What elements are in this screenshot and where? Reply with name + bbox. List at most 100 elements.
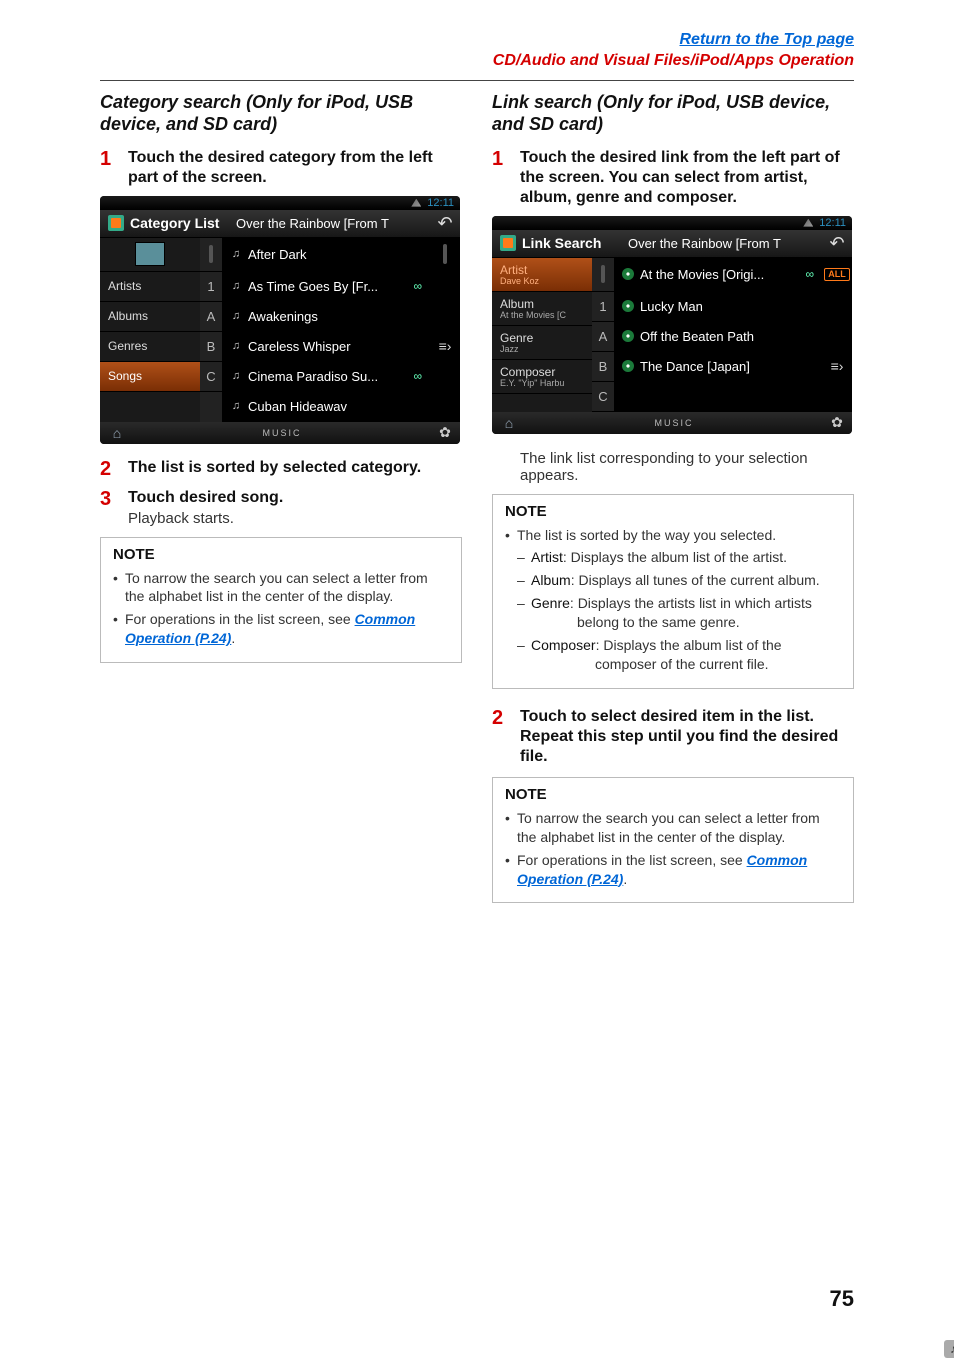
category-songs[interactable]: Songs bbox=[100, 362, 200, 392]
step-body-text: Playback starts. bbox=[128, 510, 462, 527]
track-row bbox=[614, 382, 822, 412]
track-row[interactable]: As Time Goes By [Fr...∞ bbox=[222, 272, 430, 302]
screenshot-category-list: 12:11 Category List Over the Rainbow [Fr… bbox=[100, 196, 460, 444]
track-row[interactable]: Awakenings bbox=[222, 302, 430, 332]
clock: 12:11 bbox=[427, 197, 454, 209]
wifi-icon bbox=[411, 199, 421, 207]
note-box: NOTE To narrow the search you can select… bbox=[100, 537, 462, 664]
note-item: To narrow the search you can select a le… bbox=[113, 569, 449, 607]
breadcrumb: CD/Audio and Visual Files/iPod/Apps Oper… bbox=[493, 52, 854, 69]
track-row[interactable]: Cuban Hideawav bbox=[222, 392, 430, 422]
alpha-b[interactable]: B bbox=[592, 352, 614, 382]
alpha-scroll[interactable] bbox=[592, 258, 614, 292]
disc-icon bbox=[622, 330, 634, 342]
step-1: 1 Touch the desired category from the le… bbox=[100, 148, 462, 188]
step-title: Touch the desired link from the left par… bbox=[520, 148, 854, 208]
spacer bbox=[430, 272, 460, 332]
app-logo-icon bbox=[500, 235, 516, 251]
alpha-c[interactable]: C bbox=[200, 362, 222, 392]
note-sub-item: Artist: Displays the album list of the a… bbox=[517, 548, 841, 567]
settings-button[interactable]: ✿ bbox=[822, 414, 852, 431]
step-number: 3 bbox=[100, 488, 118, 527]
alpha-a[interactable]: A bbox=[200, 302, 222, 332]
note-item: For operations in the list screen, see C… bbox=[113, 610, 449, 648]
screen-title: Category List bbox=[130, 215, 219, 231]
alpha-1[interactable]: 1 bbox=[200, 272, 222, 302]
alpha-a[interactable]: A bbox=[592, 322, 614, 352]
home-button[interactable]: ⌂ bbox=[100, 425, 134, 441]
section-heading-link: Link search (Only for iPod, USB device, … bbox=[492, 91, 854, 136]
note-sub-item: Genre: Displays the artists list in whic… bbox=[517, 594, 841, 632]
alpha-c[interactable]: C bbox=[592, 382, 614, 412]
track-row[interactable]: Lucky Man bbox=[614, 292, 822, 322]
track-row[interactable]: The Dance [Japan] bbox=[614, 352, 822, 382]
step-1: 1 Touch the desired link from the left p… bbox=[492, 148, 854, 208]
alpha-1[interactable]: 1 bbox=[592, 292, 614, 322]
footer-label: MUSIC bbox=[134, 428, 430, 438]
step-number: 2 bbox=[100, 458, 118, 480]
disc-icon bbox=[622, 300, 634, 312]
note-item: The list is sorted by the way you select… bbox=[505, 526, 841, 674]
step-title: Touch desired song. bbox=[128, 488, 462, 508]
spacer bbox=[822, 292, 852, 352]
alpha-b[interactable]: B bbox=[200, 332, 222, 362]
step-body-text: The link list corresponding to your sele… bbox=[520, 450, 854, 484]
return-top-link[interactable]: Return to the Top page bbox=[679, 31, 854, 48]
link-artist[interactable]: ArtistDave Koz bbox=[492, 258, 592, 292]
track-row[interactable]: Careless Whisper bbox=[222, 332, 430, 362]
note-title: NOTE bbox=[505, 503, 841, 520]
track-row[interactable]: After Dark bbox=[222, 238, 430, 272]
note-icon bbox=[230, 248, 242, 260]
note-icon bbox=[230, 340, 242, 352]
category-genres[interactable]: Genres bbox=[100, 332, 200, 362]
header-links: Return to the Top page CD/Audio and Visu… bbox=[100, 30, 854, 72]
now-playing-label: Over the Rainbow [From T bbox=[230, 216, 430, 231]
clock: 12:11 bbox=[819, 217, 846, 229]
list-mode-button[interactable]: ≡› bbox=[430, 332, 460, 362]
note-icon bbox=[230, 310, 242, 322]
back-button[interactable]: ↶ bbox=[430, 210, 460, 237]
now-playing-label: Over the Rainbow [From T bbox=[622, 236, 822, 251]
category-albums[interactable]: Albums bbox=[100, 302, 200, 332]
back-button[interactable]: ↶ bbox=[822, 230, 852, 257]
list-mode-button[interactable]: ≡› bbox=[822, 352, 852, 382]
link-genre[interactable]: GenreJazz bbox=[492, 326, 592, 360]
scroll-handle[interactable] bbox=[430, 238, 460, 272]
home-button[interactable]: ⌂ bbox=[492, 415, 526, 431]
note-title: NOTE bbox=[505, 786, 841, 803]
link-composer[interactable]: ComposerE.Y. "Yip" Harbu bbox=[492, 360, 592, 394]
note-title: NOTE bbox=[113, 546, 449, 563]
footer-label: MUSIC bbox=[526, 418, 822, 428]
step-title: Touch to select desired item in the list… bbox=[520, 707, 854, 767]
note-box: NOTE To narrow the search you can select… bbox=[492, 777, 854, 904]
step-3: 3 Touch desired song. Playback starts. bbox=[100, 488, 462, 527]
track-row[interactable]: Off the Beaten Path bbox=[614, 322, 822, 352]
note-icon bbox=[230, 400, 242, 412]
step-number: 1 bbox=[492, 148, 510, 208]
link-album[interactable]: AlbumAt the Movies [C bbox=[492, 292, 592, 326]
note-item: To narrow the search you can select a le… bbox=[505, 809, 841, 847]
step-title: The list is sorted by selected category. bbox=[128, 458, 462, 478]
track-row[interactable]: At the Movies [Origi...∞ bbox=[614, 258, 822, 292]
settings-button[interactable]: ✿ bbox=[430, 424, 460, 441]
step-2: 2 Touch to select desired item in the li… bbox=[492, 707, 854, 767]
screenshot-link-search: 12:11 Link Search Over the Rainbow [From… bbox=[492, 216, 852, 434]
step-2: 2 The list is sorted by selected categor… bbox=[100, 458, 462, 480]
step-1-body: 1 The link list corresponding to your se… bbox=[492, 448, 854, 484]
section-heading-category: Category search (Only for iPod, USB devi… bbox=[100, 91, 462, 136]
wifi-icon bbox=[803, 219, 813, 227]
app-logo-icon bbox=[108, 215, 124, 231]
category-artists[interactable]: Artists bbox=[100, 272, 200, 302]
category-thumb[interactable]: ♪ bbox=[100, 238, 200, 272]
step-number: 2 bbox=[492, 707, 510, 767]
alpha-scroll[interactable] bbox=[200, 238, 222, 272]
track-row[interactable]: Cinema Paradiso Su...∞ bbox=[222, 362, 430, 392]
left-column: Category search (Only for iPod, USB devi… bbox=[100, 91, 462, 904]
step-title: Touch the desired category from the left… bbox=[128, 148, 462, 188]
note-sub-item: Composer: Displays the album list of the… bbox=[517, 636, 841, 674]
all-button[interactable]: ALL bbox=[822, 258, 852, 292]
right-column: Link search (Only for iPod, USB device, … bbox=[492, 91, 854, 904]
note-icon bbox=[230, 370, 242, 382]
spacer bbox=[822, 382, 852, 412]
disc-icon bbox=[622, 360, 634, 372]
